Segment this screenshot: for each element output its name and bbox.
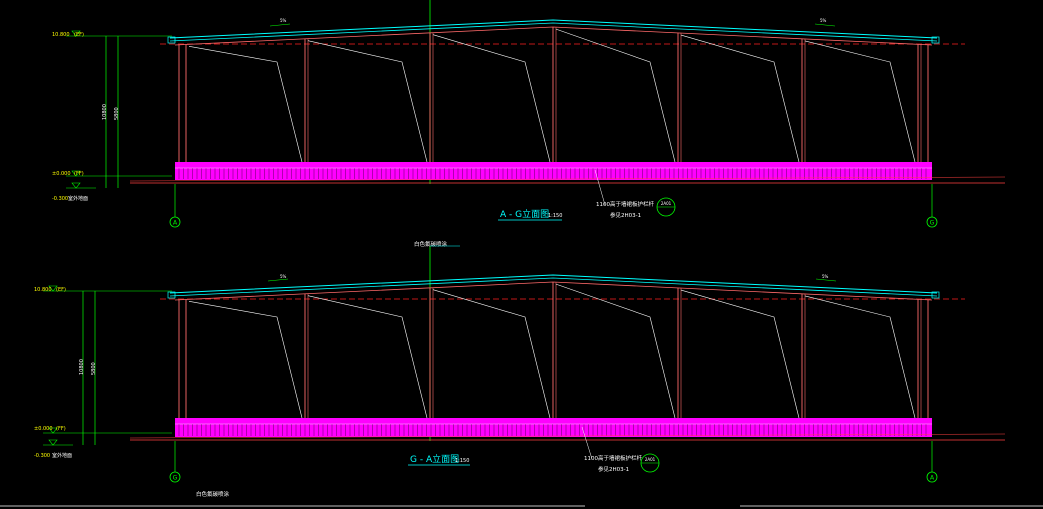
eave-level-tag: (EF) bbox=[74, 32, 84, 38]
brace-line bbox=[804, 295, 916, 419]
roof-bottom-line bbox=[169, 22, 938, 42]
note-index: 2A01 bbox=[661, 201, 672, 206]
svg-text:G: G bbox=[930, 220, 935, 227]
floor-level-text: ±0.000 bbox=[52, 171, 71, 177]
level-triangle bbox=[48, 439, 58, 446]
rafter-line bbox=[174, 281, 933, 301]
svg-text:A: A bbox=[173, 220, 178, 227]
coating-note-bottom: 白色氟碳喷涂 bbox=[196, 490, 230, 498]
elevation-title-bottom: G - A立面图 1:150 bbox=[408, 453, 470, 466]
slope-arrow-left bbox=[269, 23, 291, 27]
title-scale: 1:150 bbox=[548, 213, 562, 219]
title-scale: 1:150 bbox=[455, 458, 469, 464]
roof-bottom-line bbox=[169, 277, 938, 297]
elevation-g-a: 白色氟碳喷涂 10.800 (EF) ±0.000 (FF) -0.300 室外… bbox=[0, 240, 1043, 507]
eave-level-text: 10.800 bbox=[34, 287, 52, 293]
roof-slope-right: 5% bbox=[822, 274, 829, 279]
axis-bubble-right: G bbox=[926, 216, 938, 228]
note-line-1: 高于墙裙板护栏杆 bbox=[610, 200, 655, 208]
note-line-2: 参见2H03-1 bbox=[610, 211, 641, 219]
brace-line bbox=[307, 40, 428, 163]
brace-line bbox=[188, 46, 303, 163]
wall-panel-band bbox=[175, 418, 932, 437]
total-height-dim: 10800 bbox=[79, 359, 85, 375]
railing-note-top: 1100 高于墙裙板护栏杆 参见2H03-1 2A01 bbox=[596, 197, 676, 219]
brace-line bbox=[555, 283, 676, 419]
slope-arrow-right bbox=[814, 23, 836, 27]
cad-drawing: 10.800 (EF) ±0.000 (FF) -0.300 室外地面 1080… bbox=[0, 0, 1043, 507]
brace-line bbox=[680, 289, 800, 419]
total-height-dim: 10800 bbox=[102, 104, 108, 120]
axis-bubble-right: A bbox=[926, 471, 938, 483]
brace-line bbox=[188, 301, 303, 419]
svg-text:A: A bbox=[930, 475, 935, 482]
wall-panel-band bbox=[175, 162, 932, 180]
title-text: G - A立面图 bbox=[410, 453, 459, 465]
level-marker-eave-top: 10.800 (EF) bbox=[52, 32, 84, 38]
ground-level-label: 室外地面 bbox=[52, 452, 72, 459]
frame-structure-bottom bbox=[43, 246, 1006, 472]
railing-note-bottom: 1100 高于墙裙板护栏杆 参见2H03-1 2A01 bbox=[584, 453, 660, 473]
sub-height-dim: 5800 bbox=[91, 362, 97, 375]
elevation-title-top: A - G立面图 1:150 bbox=[498, 208, 562, 221]
roof-slope-left: 5% bbox=[280, 274, 287, 279]
axis-bubble-left: G bbox=[169, 471, 181, 483]
ground-level-text: -0.300 bbox=[34, 453, 50, 459]
level-marker-floor-top: ±0.000 (FF) bbox=[52, 171, 84, 177]
brace-line bbox=[804, 40, 916, 163]
coating-note-top: 白色氟碳喷涂 bbox=[414, 240, 448, 248]
slope-arrow-left bbox=[267, 278, 289, 282]
note-line-2: 参见2H03-1 bbox=[598, 465, 629, 473]
note-line-1: 高于墙裙板护栏杆 bbox=[598, 454, 643, 462]
brace-line bbox=[680, 34, 800, 163]
svg-text:G: G bbox=[173, 475, 178, 482]
brace-line bbox=[555, 28, 676, 163]
floor-level-tag: (FF) bbox=[74, 171, 84, 177]
eave-level-tag: (EF) bbox=[56, 287, 66, 293]
roof-slope-right: 5% bbox=[820, 18, 827, 23]
brace-line bbox=[432, 34, 551, 163]
level-marker-floor-bottom: ±0.000 (FF) bbox=[34, 426, 66, 432]
slope-arrow-right bbox=[815, 278, 837, 282]
level-triangle bbox=[71, 182, 81, 189]
note-num: 1100 bbox=[596, 202, 610, 208]
title-text: A - G立面图 bbox=[500, 208, 549, 220]
axis-bubble-left: A bbox=[169, 216, 181, 228]
brace-line bbox=[307, 295, 428, 419]
sub-height-dim: 5800 bbox=[114, 107, 120, 120]
rafter-line bbox=[174, 26, 933, 46]
roof-slope-left: 5% bbox=[280, 18, 287, 23]
note-index: 2A01 bbox=[645, 457, 656, 462]
frame-structure-top bbox=[66, 0, 1006, 217]
ground-level-text: -0.300 bbox=[52, 196, 68, 202]
brace-line bbox=[432, 289, 551, 419]
ground-level-label: 室外地面 bbox=[68, 195, 88, 202]
floor-level-text: ±0.000 bbox=[34, 426, 53, 432]
level-marker-eave-bottom: 10.800 (EF) bbox=[34, 287, 66, 293]
floor-level-tag: (FF) bbox=[56, 426, 66, 432]
elevation-a-g: 10.800 (EF) ±0.000 (FF) -0.300 室外地面 1080… bbox=[52, 0, 1006, 228]
note-num: 1100 bbox=[584, 456, 598, 462]
eave-level-text: 10.800 bbox=[52, 32, 70, 38]
